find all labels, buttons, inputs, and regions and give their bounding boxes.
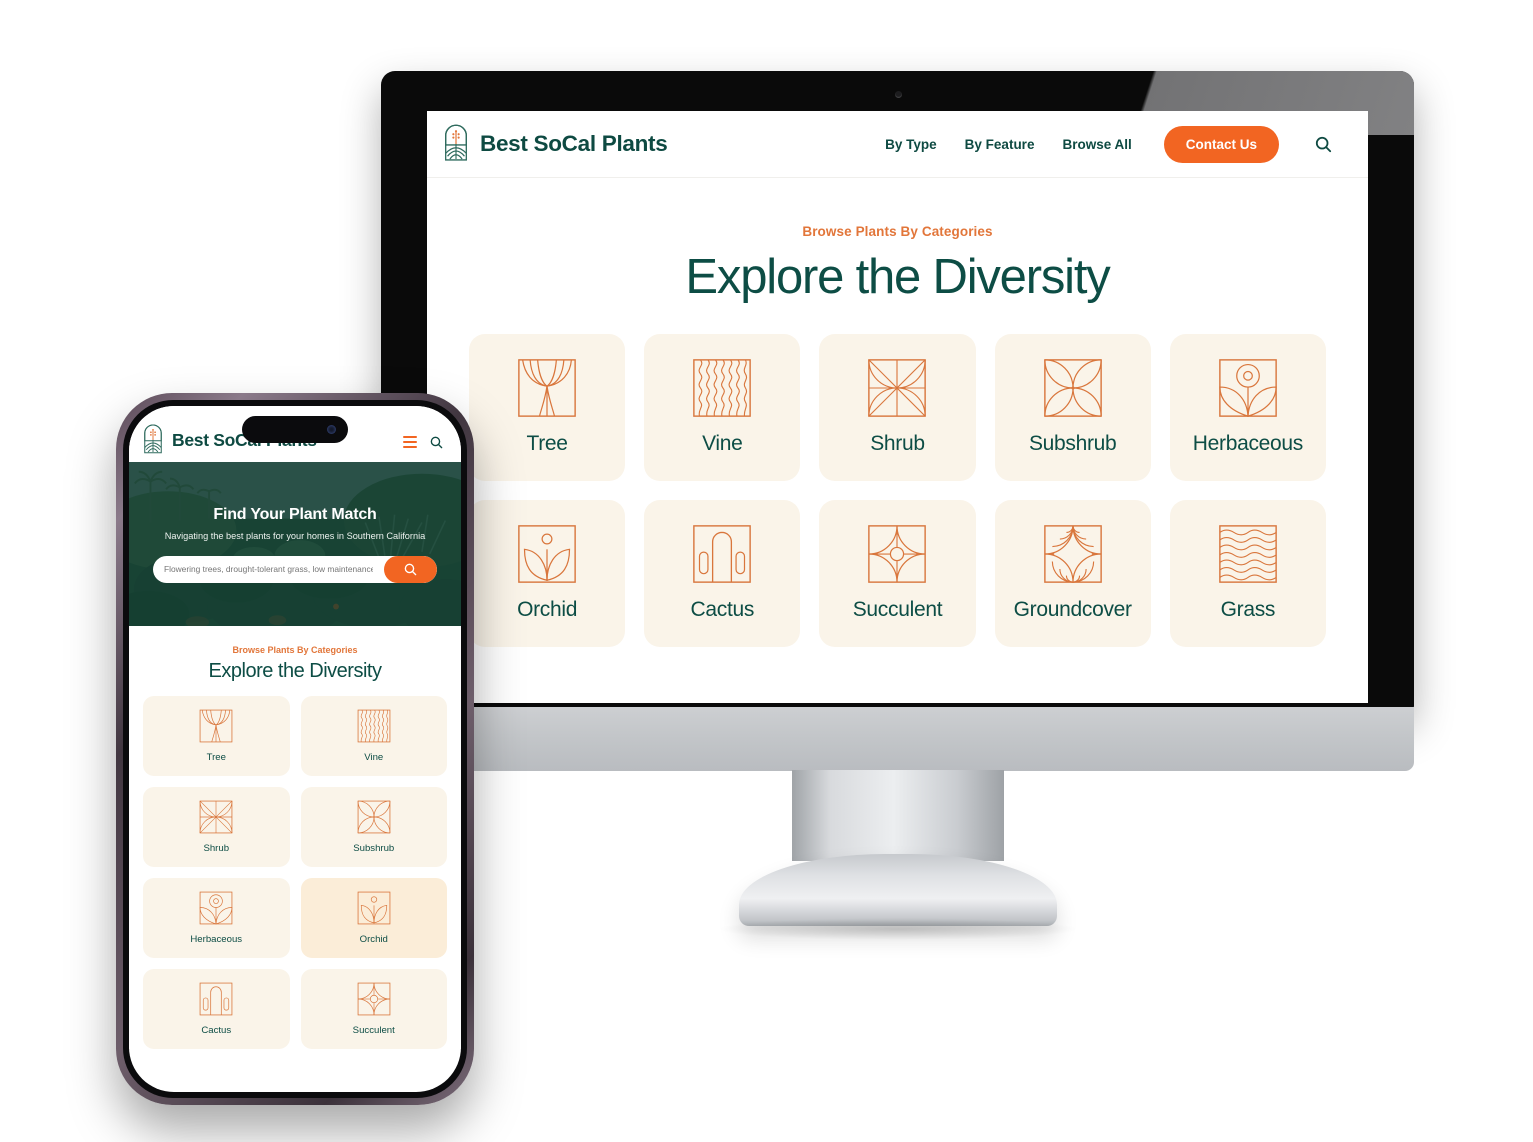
category-tile-vine[interactable]: Vine: [644, 333, 801, 481]
section-eyebrow: Browse Plants By Categories: [802, 224, 993, 239]
orchid-icon: [518, 525, 576, 584]
mobile-header-actions: [403, 432, 443, 449]
monitor-stand-neck: [791, 770, 1004, 861]
category-label: Vine: [364, 752, 384, 763]
category-label: Succulent: [352, 1025, 395, 1036]
category-tile-subshrub[interactable]: Subshrub: [300, 787, 447, 867]
mobile-phone-mockup: Best SoCal Plants Find Your Plant Match …: [116, 393, 474, 1105]
category-label: Tree: [206, 752, 226, 763]
category-label: Herbaceous: [1192, 432, 1304, 456]
category-tile-shrub[interactable]: Shrub: [819, 333, 976, 481]
mobile-screen: Best SoCal Plants Find Your Plant Match …: [129, 406, 461, 1092]
plant-arch-logo-icon: [445, 124, 467, 161]
category-label: Cactus: [201, 1025, 232, 1036]
category-tile-cactus[interactable]: Cactus: [143, 969, 290, 1049]
category-label: Groundcover: [1013, 598, 1132, 622]
plant-arch-logo-icon: [144, 424, 162, 454]
monitor-bezel: Best SoCal Plants By Type By Feature Bro…: [381, 71, 1414, 710]
vine-icon: [693, 359, 752, 418]
hero-search-bar: [153, 555, 437, 583]
nav-item-browse-all[interactable]: Browse All: [1062, 137, 1131, 152]
category-tile-subshrub[interactable]: Subshrub: [994, 333, 1151, 481]
nav-item-by-feature[interactable]: By Feature: [965, 137, 1035, 152]
category-label: Vine: [702, 432, 743, 456]
category-tile-herbaceous[interactable]: Herbaceous: [1169, 333, 1326, 481]
category-tile-herbaceous[interactable]: Herbaceous: [143, 878, 290, 958]
category-grid: Tree Vine Shrub Subshrub Herbaceous Orch…: [143, 696, 447, 1049]
mockup-scene: Best SoCal Plants By Type By Feature Bro…: [0, 0, 1533, 1142]
page-title: Explore the Diversity: [208, 660, 382, 682]
category-tile-cactus[interactable]: Cactus: [644, 499, 801, 647]
monitor-camera-icon: [894, 91, 902, 98]
category-label: Shrub: [203, 843, 230, 854]
search-input[interactable]: [153, 564, 384, 574]
tree-icon: [199, 709, 233, 743]
category-label: Cactus: [690, 598, 755, 622]
section-eyebrow: Browse Plants By Categories: [232, 645, 358, 655]
category-label: Orchid: [517, 598, 578, 622]
hamburger-icon[interactable]: [403, 436, 417, 448]
desktop-header: Best SoCal Plants By Type By Feature Bro…: [427, 111, 1368, 178]
monitor-stand-base: [720, 854, 1075, 940]
category-label: Orchid: [359, 934, 388, 945]
succulent-icon: [357, 982, 391, 1016]
orchid-icon: [357, 891, 391, 925]
mobile-hero: Find Your Plant Match Navigating the bes…: [129, 462, 461, 626]
category-tile-groundcover[interactable]: Groundcover: [994, 499, 1151, 647]
search-icon[interactable]: [1315, 136, 1332, 153]
hero-overlay: [129, 462, 461, 626]
page-title: Explore the Diversity: [685, 250, 1110, 304]
category-tile-vine[interactable]: Vine: [300, 696, 447, 776]
category-tile-orchid[interactable]: Orchid: [300, 878, 447, 958]
category-label: Subshrub: [1028, 432, 1117, 456]
desktop-main: Browse Plants By Categories Explore the …: [427, 178, 1368, 647]
subshrub-icon: [1043, 359, 1102, 418]
category-tile-grass[interactable]: Grass: [1169, 499, 1326, 647]
category-tile-tree[interactable]: Tree: [469, 333, 626, 481]
category-label: Succulent: [852, 598, 943, 622]
grass-icon: [1219, 525, 1277, 584]
nav-item-by-type[interactable]: By Type: [885, 137, 937, 152]
category-label: Tree: [526, 432, 568, 456]
search-icon[interactable]: [430, 436, 443, 449]
shrub-icon: [868, 359, 927, 418]
herbaceous-icon: [199, 891, 233, 925]
succulent-icon: [868, 525, 927, 584]
cactus-icon: [199, 982, 233, 1016]
vine-icon: [357, 709, 391, 743]
contact-us-button[interactable]: Contact Us: [1163, 125, 1279, 163]
tree-icon: [518, 359, 576, 418]
brand-name: Best SoCal Plants: [480, 131, 668, 156]
desktop-brand[interactable]: Best SoCal Plants: [441, 124, 668, 164]
desktop-screen: Best SoCal Plants By Type By Feature Bro…: [427, 111, 1368, 703]
shrub-icon: [199, 800, 233, 834]
category-label: Subshrub: [353, 843, 395, 854]
desktop-monitor-mockup: Best SoCal Plants By Type By Feature Bro…: [381, 71, 1414, 940]
hero-title: Find Your Plant Match: [213, 505, 377, 523]
monitor-chin: [381, 707, 1414, 771]
category-label: Grass: [1220, 598, 1276, 622]
cactus-icon: [693, 525, 752, 584]
category-tile-tree[interactable]: Tree: [143, 696, 290, 776]
category-tile-succulent[interactable]: Succulent: [819, 499, 976, 647]
subshrub-icon: [357, 800, 391, 834]
category-tile-orchid[interactable]: Orchid: [469, 499, 626, 647]
category-label: Shrub: [870, 432, 925, 456]
hero-subtitle: Navigating the best plants for your home…: [164, 530, 426, 541]
phone-bezel: Best SoCal Plants Find Your Plant Match …: [123, 400, 467, 1098]
groundcover-icon: [1043, 525, 1102, 584]
phone-dynamic-island: [242, 416, 348, 443]
category-grid: Tree Vine Shrub Subshrub Herbaceous Orch…: [469, 333, 1326, 647]
desktop-nav: By Type By Feature Browse All Contact Us: [885, 125, 1332, 163]
category-label: Herbaceous: [190, 934, 243, 945]
category-tile-succulent[interactable]: Succulent: [300, 969, 447, 1049]
search-submit-button[interactable]: [384, 555, 437, 583]
mobile-main: Browse Plants By Categories Explore the …: [129, 626, 461, 1049]
category-tile-shrub[interactable]: Shrub: [143, 787, 290, 867]
herbaceous-icon: [1219, 359, 1277, 418]
